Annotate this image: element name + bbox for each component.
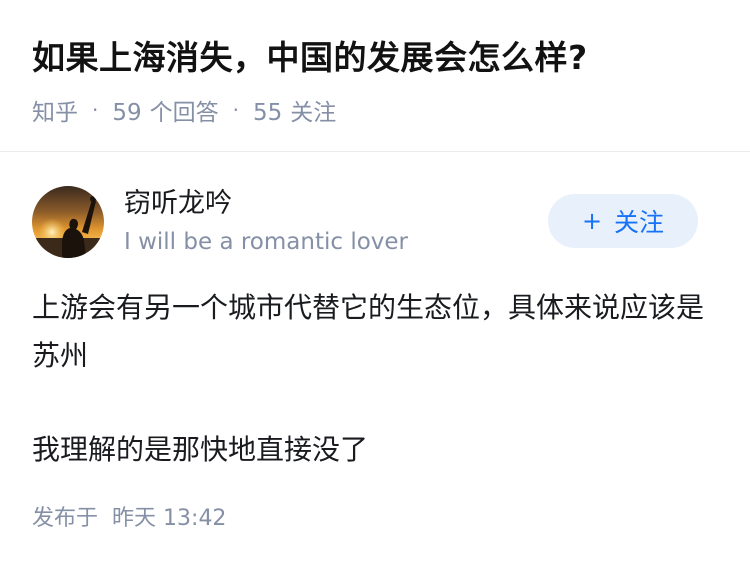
publish-time: 发布于 昨天 13:42 <box>32 500 226 532</box>
avatar[interactable] <box>32 186 104 258</box>
question-title[interactable]: 如果上海消失，中国的发展会怎么样? <box>32 34 588 82</box>
answer-paragraph: 我理解的是那快地直接没了 <box>32 433 369 466</box>
answer-paragraph: 上游会有另一个城市代替它的生态位，具体来说应该是苏州 <box>32 291 705 372</box>
author-row: 窃听龙吟 I will be a romantic lover + 关注 <box>32 186 698 260</box>
answer-count: 59 <box>112 100 142 126</box>
answer-count-link[interactable]: 59 个回答 <box>112 93 218 127</box>
answer-content[interactable]: 上游会有另一个城市代替它的生态位，具体来说应该是苏州 我理解的是那快地直接没了 <box>32 284 712 474</box>
follow-count-link[interactable]: 55 关注 <box>253 93 336 127</box>
follow-button[interactable]: + 关注 <box>548 194 698 248</box>
separator-dot: · <box>92 98 99 122</box>
sunset-silhouette-avatar-icon <box>32 186 104 258</box>
publish-label: 发布于 <box>32 506 99 531</box>
answer-count-label: 个回答 <box>149 100 219 126</box>
question-meta: 知乎 · 59 个回答 · 55 关注 <box>32 93 336 127</box>
follow-count-label: 关注 <box>290 100 337 126</box>
source-label[interactable]: 知乎 <box>32 93 78 127</box>
question-header: 如果上海消失，中国的发展会怎么样? 知乎 · 59 个回答 · 55 关注 <box>0 0 750 152</box>
publish-day: 昨天 <box>112 506 157 531</box>
publish-clock: 13:42 <box>163 506 227 531</box>
author-bio: I will be a romantic lover <box>124 229 408 255</box>
follow-count: 55 <box>253 100 283 126</box>
author-name[interactable]: 窃听龙吟 <box>124 186 232 222</box>
separator-dot: · <box>232 98 239 122</box>
follow-button-label: 关注 <box>614 208 665 237</box>
plus-icon: + <box>581 207 603 235</box>
